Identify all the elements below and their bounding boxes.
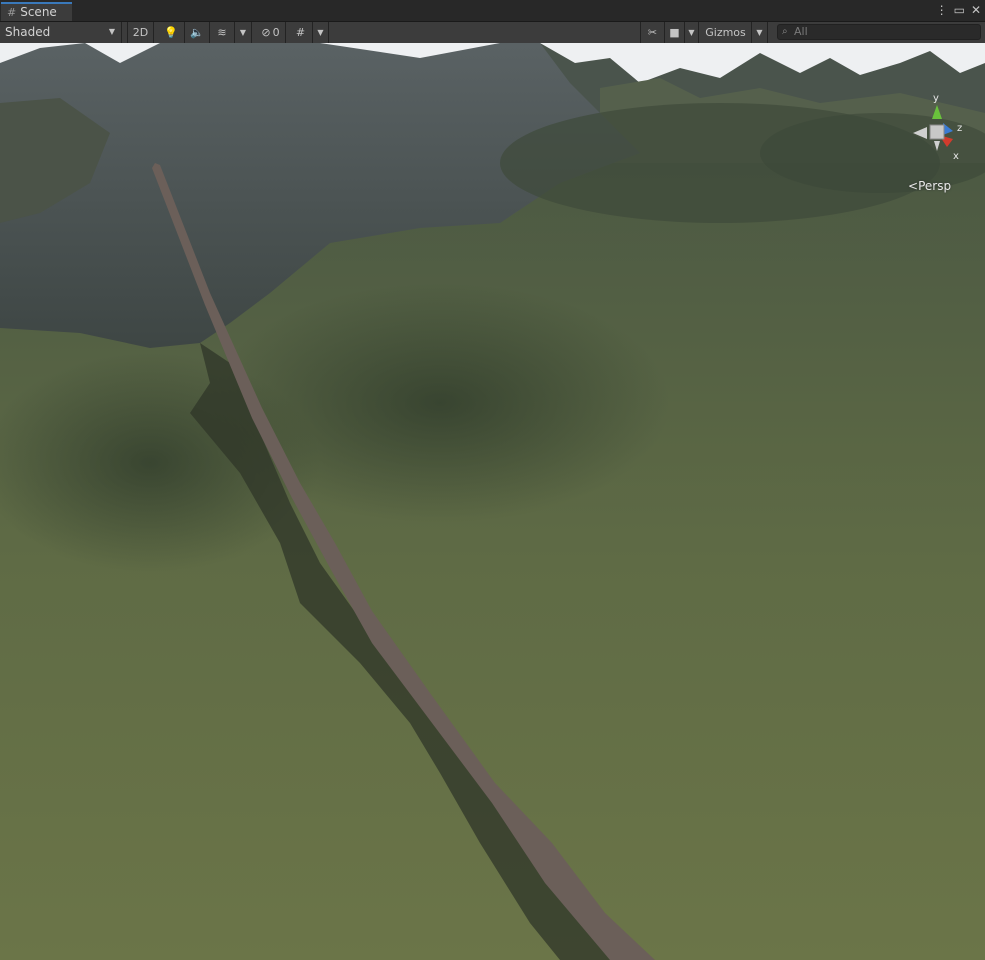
axis-z-label: z bbox=[957, 123, 962, 134]
axis-y-cone[interactable] bbox=[932, 105, 942, 119]
maximize-icon[interactable]: ▭ bbox=[954, 3, 965, 17]
lighting-toggle[interactable]: 💡 bbox=[158, 22, 185, 43]
tools-toggle[interactable]: ✂ bbox=[640, 22, 665, 43]
scene-grid-icon: # bbox=[7, 6, 17, 19]
wrench-icon: ✂ bbox=[647, 26, 658, 39]
axis-x-label: x bbox=[953, 151, 959, 162]
camera-dropdown[interactable]: ▼ bbox=[685, 22, 699, 43]
grid-icon: # bbox=[295, 26, 306, 39]
chevron-down-icon: ▼ bbox=[108, 27, 115, 36]
draw-mode-label: Shaded bbox=[5, 25, 51, 39]
speaker-icon: 🔈 bbox=[190, 26, 204, 39]
chevron-down-icon: ▼ bbox=[756, 28, 763, 37]
tab-label: Scene bbox=[20, 5, 57, 19]
orientation-gizmo[interactable]: y z x bbox=[909, 95, 965, 165]
camera-settings[interactable]: ■ bbox=[665, 22, 685, 43]
search-icon: ⌕ bbox=[782, 26, 788, 37]
eye-slash-icon: ⊘ bbox=[261, 26, 271, 39]
projection-toggle[interactable]: <Persp bbox=[908, 179, 951, 193]
effects-dropdown[interactable]: ▼ bbox=[235, 22, 252, 43]
grid-dropdown[interactable]: ▼ bbox=[313, 22, 329, 43]
persp-icon: < bbox=[908, 179, 919, 193]
tab-scene[interactable]: # Scene bbox=[1, 2, 72, 21]
layers-icon: ≋ bbox=[217, 26, 227, 39]
projection-label: Persp bbox=[918, 179, 952, 193]
axis-neg-x-cone[interactable] bbox=[913, 127, 927, 139]
draw-mode-dropdown[interactable]: Shaded ▼ bbox=[0, 22, 122, 43]
scene-toolbar: Shaded ▼ 2D 💡 🔈 ≋ ▼ ⊘ 0 # ▼ ✂ ■ ▼ Gizmos… bbox=[0, 22, 985, 44]
search-input[interactable]: ⌕ All bbox=[777, 24, 981, 40]
grid-toggle[interactable]: # bbox=[289, 22, 313, 43]
more-options-icon[interactable]: ⋮ bbox=[936, 3, 948, 17]
camera-icon: ■ bbox=[669, 26, 680, 39]
terrain-view bbox=[0, 43, 985, 960]
chevron-down-icon: ▼ bbox=[239, 28, 247, 37]
gizmos-dropdown[interactable]: ▼ bbox=[752, 22, 768, 43]
gizmos-button[interactable]: Gizmos bbox=[700, 22, 752, 43]
scene-viewport[interactable]: y z x <Persp bbox=[0, 43, 985, 960]
toggle-2d-label: 2D bbox=[132, 26, 149, 39]
close-icon[interactable]: ✕ bbox=[971, 3, 981, 17]
hidden-count: 0 bbox=[272, 26, 280, 39]
chevron-down-icon: ▼ bbox=[317, 28, 324, 37]
effects-toggle[interactable]: ≋ bbox=[210, 22, 235, 43]
gizmos-label: Gizmos bbox=[705, 26, 746, 39]
hidden-objects-toggle[interactable]: ⊘ 0 bbox=[256, 22, 286, 43]
toggle-2d-button[interactable]: 2D bbox=[127, 22, 154, 43]
gizmo-center-cube[interactable] bbox=[929, 124, 945, 140]
axis-y-label: y bbox=[933, 95, 939, 104]
axis-neg-y-cone[interactable] bbox=[934, 141, 940, 151]
window-tab-bar: # Scene ⋮ ▭ ✕ bbox=[0, 0, 985, 22]
search-placeholder: All bbox=[794, 25, 808, 38]
chevron-down-icon: ▼ bbox=[688, 28, 695, 37]
audio-toggle[interactable]: 🔈 bbox=[185, 22, 210, 43]
lightbulb-icon: 💡 bbox=[164, 26, 178, 39]
